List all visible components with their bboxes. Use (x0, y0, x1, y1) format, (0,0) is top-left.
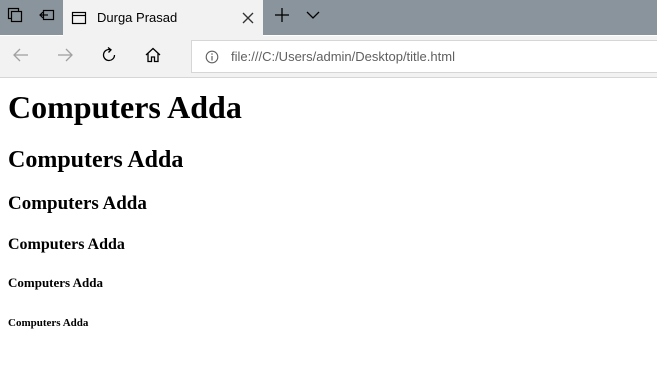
tab-list-button[interactable] (298, 0, 328, 35)
plus-icon (274, 7, 290, 28)
page-icon (71, 10, 87, 26)
home-button[interactable] (141, 45, 165, 69)
tab-active[interactable]: Durga Prasad (63, 0, 263, 36)
url-text: file:///C:/Users/admin/Desktop/title.htm… (231, 49, 455, 64)
page-content: Computers Adda Computers Adda Computers … (8, 78, 648, 368)
address-bar[interactable]: file:///C:/Users/admin/Desktop/title.htm… (191, 40, 657, 73)
back-arrow-icon (12, 46, 30, 69)
set-tabs-aside-button[interactable] (32, 0, 62, 35)
heading-h2: Computers Adda (8, 147, 184, 173)
set-tabs-aside-icon (39, 7, 55, 28)
refresh-icon (100, 46, 118, 69)
browser-titlebar: Durga Prasad (0, 0, 657, 36)
home-icon (144, 46, 162, 69)
heading-h5: Computers Adda (8, 275, 103, 290)
new-tab-button[interactable] (267, 0, 297, 35)
heading-h3: Computers Adda (8, 193, 147, 214)
back-button[interactable] (9, 45, 33, 69)
heading-h1: Computers Adda (8, 89, 242, 125)
chevron-down-icon (305, 7, 321, 28)
navigation-bar: file:///C:/Users/admin/Desktop/title.htm… (0, 36, 657, 78)
info-icon[interactable] (205, 50, 219, 64)
heading-h4: Computers Adda (8, 236, 125, 253)
forward-button[interactable] (53, 45, 77, 69)
refresh-button[interactable] (97, 45, 121, 69)
heading-h6: Computers Adda (8, 317, 89, 329)
close-icon[interactable] (239, 9, 257, 27)
tab-actions-icon (7, 7, 23, 28)
tab-title: Durga Prasad (97, 10, 178, 25)
tab-actions-button[interactable] (0, 0, 30, 35)
forward-arrow-icon (56, 46, 74, 69)
